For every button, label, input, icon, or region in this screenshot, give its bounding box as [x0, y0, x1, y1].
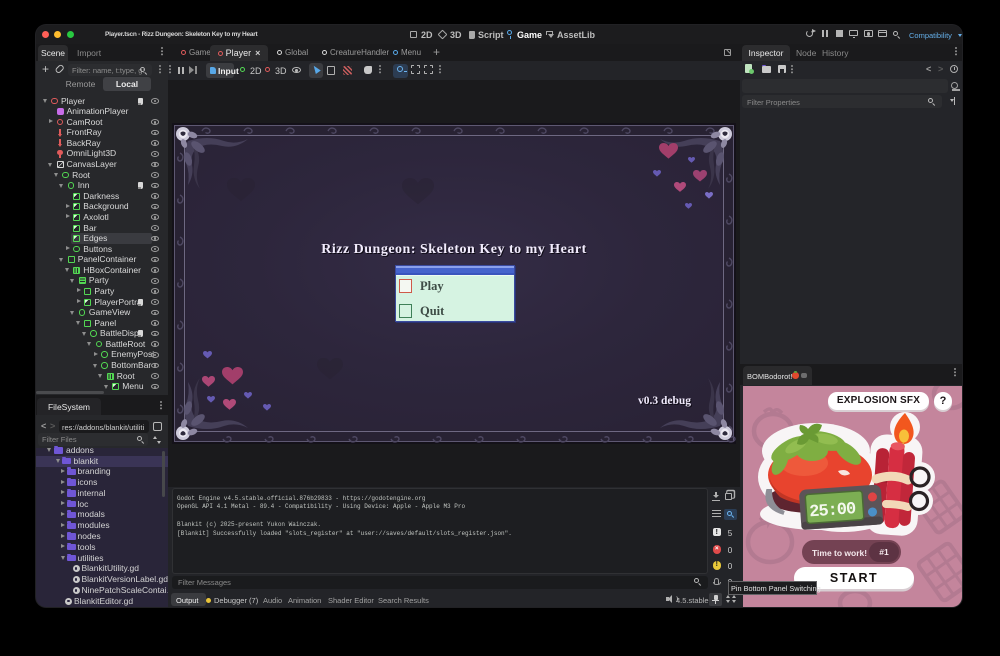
svg-text:25:00: 25:00 — [809, 500, 857, 522]
